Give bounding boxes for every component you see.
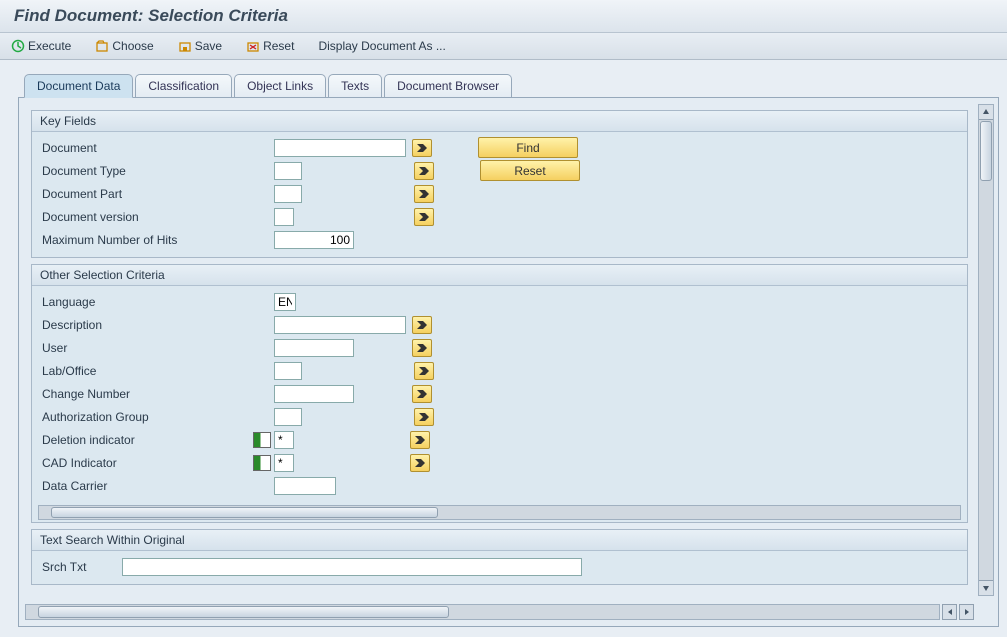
multiselect-document[interactable] bbox=[412, 139, 432, 157]
input-document-version[interactable] bbox=[274, 208, 294, 226]
tab-texts[interactable]: Texts bbox=[328, 74, 382, 97]
work-area: Key Fields Document Find Document Type bbox=[18, 97, 999, 627]
label-language: Language bbox=[42, 295, 274, 309]
group-text-search: Text Search Within Original Srch Txt bbox=[31, 529, 968, 585]
label-data-carrier: Data Carrier bbox=[42, 479, 274, 493]
pattern-icon-cad[interactable] bbox=[253, 455, 271, 471]
multiselect-description[interactable] bbox=[412, 316, 432, 334]
group-other-title: Other Selection Criteria bbox=[32, 265, 967, 286]
inner-horizontal-scrollbar[interactable] bbox=[38, 505, 961, 520]
input-change-number[interactable] bbox=[274, 385, 354, 403]
execute-button[interactable]: Execute bbox=[8, 37, 74, 55]
execute-icon bbox=[11, 39, 25, 53]
choose-label: Choose bbox=[112, 39, 153, 53]
find-button[interactable]: Find bbox=[478, 137, 578, 158]
scroll-right-icon[interactable] bbox=[959, 604, 974, 620]
input-document-type[interactable] bbox=[274, 162, 302, 180]
input-user[interactable] bbox=[274, 339, 354, 357]
input-lab-office[interactable] bbox=[274, 362, 302, 380]
inner-scroll-thumb[interactable] bbox=[51, 507, 438, 518]
horizontal-scrollbar[interactable] bbox=[25, 604, 940, 620]
input-srch-txt[interactable] bbox=[122, 558, 582, 576]
input-data-carrier[interactable] bbox=[274, 477, 336, 495]
multiselect-change-number[interactable] bbox=[412, 385, 432, 403]
input-max-hits[interactable] bbox=[274, 231, 354, 249]
label-max-hits: Maximum Number of Hits bbox=[42, 233, 274, 247]
label-deletion-ind: Deletion indicator bbox=[42, 433, 253, 447]
label-document-type: Document Type bbox=[42, 164, 274, 178]
pattern-icon-deletion[interactable] bbox=[253, 432, 271, 448]
tab-classification[interactable]: Classification bbox=[135, 74, 232, 97]
tab-document-browser[interactable]: Document Browser bbox=[384, 74, 512, 97]
reset-form-button[interactable]: Reset bbox=[480, 160, 580, 181]
vertical-scrollbar[interactable] bbox=[978, 104, 994, 596]
label-auth-group: Authorization Group bbox=[42, 410, 274, 424]
group-key-fields-title: Key Fields bbox=[32, 111, 967, 132]
multiselect-document-type[interactable] bbox=[414, 162, 434, 180]
page-title: Find Document: Selection Criteria bbox=[14, 6, 993, 26]
save-button[interactable]: Save bbox=[175, 37, 225, 55]
horizontal-scroll-thumb[interactable] bbox=[38, 606, 449, 618]
tab-strip: Document Data Classification Object Link… bbox=[0, 60, 1007, 97]
label-description: Description bbox=[42, 318, 274, 332]
choose-icon bbox=[95, 39, 109, 53]
save-icon bbox=[178, 39, 192, 53]
label-srch-txt: Srch Txt bbox=[42, 560, 122, 574]
vertical-scroll-thumb[interactable] bbox=[980, 121, 992, 181]
content-pane: Key Fields Document Find Document Type bbox=[25, 104, 974, 596]
input-deletion-ind[interactable] bbox=[274, 431, 294, 449]
display-document-label: Display Document As ... bbox=[318, 39, 445, 53]
label-document: Document bbox=[42, 141, 274, 155]
label-lab-office: Lab/Office bbox=[42, 364, 274, 378]
input-language[interactable] bbox=[274, 293, 296, 311]
input-document[interactable] bbox=[274, 139, 406, 157]
multiselect-document-version[interactable] bbox=[414, 208, 434, 226]
execute-label: Execute bbox=[28, 39, 71, 53]
toolbar: Execute Choose Save Reset Display Docume… bbox=[0, 33, 1007, 60]
multiselect-user[interactable] bbox=[412, 339, 432, 357]
multiselect-cad-ind[interactable] bbox=[410, 454, 430, 472]
title-bar: Find Document: Selection Criteria bbox=[0, 0, 1007, 33]
multiselect-lab-office[interactable] bbox=[414, 362, 434, 380]
group-text-search-title: Text Search Within Original bbox=[32, 530, 967, 551]
display-document-button[interactable]: Display Document As ... bbox=[315, 37, 448, 55]
scroll-up-icon[interactable] bbox=[979, 105, 993, 120]
label-cad-ind: CAD Indicator bbox=[42, 456, 253, 470]
label-document-part: Document Part bbox=[42, 187, 274, 201]
tab-document-data[interactable]: Document Data bbox=[24, 74, 133, 98]
scroll-down-icon[interactable] bbox=[979, 580, 993, 595]
group-key-fields: Key Fields Document Find Document Type bbox=[31, 110, 968, 258]
input-auth-group[interactable] bbox=[274, 408, 302, 426]
input-cad-ind[interactable] bbox=[274, 454, 294, 472]
label-change-number: Change Number bbox=[42, 387, 274, 401]
scroll-left-icon[interactable] bbox=[942, 604, 957, 620]
multiselect-auth-group[interactable] bbox=[414, 408, 434, 426]
multiselect-deletion-ind[interactable] bbox=[410, 431, 430, 449]
multiselect-document-part[interactable] bbox=[414, 185, 434, 203]
group-other-criteria: Other Selection Criteria Language Descri… bbox=[31, 264, 968, 523]
reset-button[interactable]: Reset bbox=[243, 37, 297, 55]
label-user: User bbox=[42, 341, 274, 355]
label-document-version: Document version bbox=[42, 210, 274, 224]
choose-button[interactable]: Choose bbox=[92, 37, 156, 55]
tab-object-links[interactable]: Object Links bbox=[234, 74, 326, 97]
input-description[interactable] bbox=[274, 316, 406, 334]
save-label: Save bbox=[195, 39, 222, 53]
reset-label: Reset bbox=[263, 39, 294, 53]
input-document-part[interactable] bbox=[274, 185, 302, 203]
reset-icon bbox=[246, 39, 260, 53]
